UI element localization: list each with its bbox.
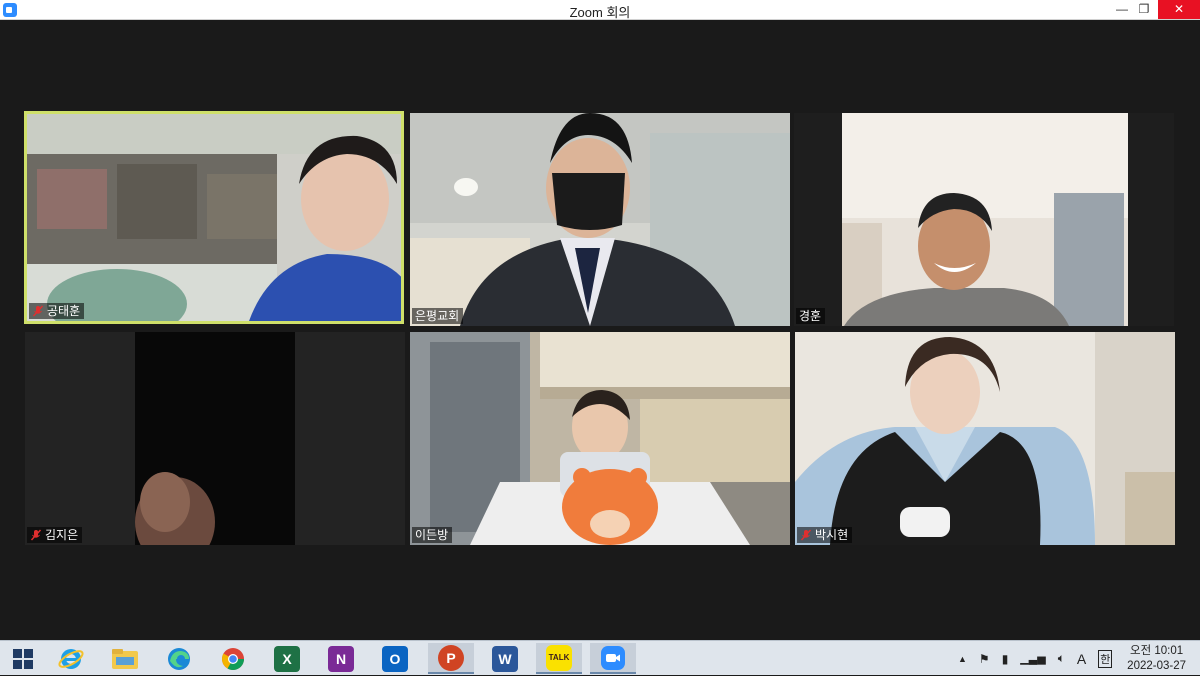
windows-logo-icon xyxy=(13,648,33,669)
participant-video xyxy=(25,332,405,545)
participant-name-tag: 은평교회 xyxy=(412,308,464,324)
taskbar-outlook[interactable]: O xyxy=(372,643,418,674)
taskbar-file-explorer[interactable] xyxy=(102,643,148,674)
taskbar-chrome[interactable] xyxy=(210,643,256,674)
powerpoint-icon: P xyxy=(438,644,464,671)
meeting-gallery: 공태훈 은평교회 경훈 김지은 이든방 박시현 xyxy=(0,20,1200,640)
participant-name-tag: 이든방 xyxy=(412,527,453,543)
close-button[interactable]: ✕ xyxy=(1158,0,1200,19)
clock-time: 오전 10:01 xyxy=(1130,645,1184,657)
participant-name-tag: 경훈 xyxy=(796,308,826,324)
video-tile[interactable]: 김지은 xyxy=(25,332,405,545)
window-title: Zoom 회의 xyxy=(569,5,631,20)
kakaotalk-icon: TALK xyxy=(546,644,572,671)
signal-icon[interactable]: ▁▃▅ xyxy=(1020,652,1045,665)
window-titlebar: Zoom 회의 — ❐ ✕ xyxy=(0,0,1200,20)
show-hidden-icons-icon[interactable]: ▲ xyxy=(958,654,967,664)
clock-date: 2022-03-27 xyxy=(1127,660,1186,672)
word-icon: W xyxy=(492,645,518,672)
speaker-icon[interactable]: 🔈︎ xyxy=(1058,651,1065,666)
onenote-icon: N xyxy=(328,645,354,672)
internet-explorer-icon xyxy=(58,648,84,669)
outlook-icon: O xyxy=(382,645,408,672)
chrome-browser-icon xyxy=(222,647,244,670)
taskbar-internet-explorer[interactable] xyxy=(48,643,94,674)
excel-icon: X xyxy=(274,645,300,672)
start-button[interactable] xyxy=(0,643,46,674)
taskbar-edge[interactable] xyxy=(156,643,202,674)
participant-video xyxy=(410,113,790,326)
taskbar-excel[interactable]: X xyxy=(264,643,310,674)
participant-video xyxy=(27,114,401,321)
participant-video xyxy=(410,332,790,545)
network-icon[interactable]: ▮ xyxy=(1002,652,1009,666)
participant-name: 김지은 xyxy=(45,528,79,542)
participant-name: 공태훈 xyxy=(47,304,81,318)
taskbar-kakaotalk[interactable]: TALK xyxy=(536,643,582,674)
edge-browser-icon xyxy=(168,647,190,670)
folder-icon xyxy=(112,648,138,669)
taskbar-word[interactable]: W xyxy=(482,643,528,674)
action-flag-icon[interactable]: ⚑ xyxy=(979,652,990,666)
participant-name: 경훈 xyxy=(799,309,822,323)
participant-video xyxy=(794,113,1174,326)
participant-name-tag: 공태훈 xyxy=(29,303,85,319)
ime-mode-a[interactable]: A xyxy=(1077,651,1086,667)
taskbar-zoom[interactable] xyxy=(590,643,636,674)
video-tile[interactable]: 이든방 xyxy=(410,332,790,545)
participant-name-tag: 박시현 xyxy=(797,527,853,543)
participant-name: 박시현 xyxy=(815,528,849,542)
ime-mode-korean[interactable]: 한 xyxy=(1098,649,1113,668)
windows-taskbar: X N O P W TALK ▲ ⚑ ▮ ▁▃▅ 🔈︎ A 한 오전 10:01… xyxy=(0,640,1200,675)
muted-microphone-icon xyxy=(800,529,812,541)
video-tile[interactable]: 경훈 xyxy=(794,113,1174,326)
taskbar-clock[interactable]: 오전 10:01 2022-03-27 xyxy=(1127,644,1186,674)
taskbar-onenote[interactable]: N xyxy=(318,643,364,674)
taskbar-powerpoint[interactable]: P xyxy=(428,643,474,674)
system-tray: ▲ ⚑ ▮ ▁▃▅ 🔈︎ A 한 xyxy=(958,641,1113,676)
video-tile[interactable]: 공태훈 xyxy=(24,111,404,324)
zoom-app-icon xyxy=(601,645,625,670)
participant-name: 은평교회 xyxy=(415,309,460,323)
muted-microphone-icon xyxy=(30,529,42,541)
video-tile[interactable]: 은평교회 xyxy=(410,113,790,326)
muted-microphone-icon xyxy=(32,305,44,317)
video-tile[interactable]: 박시현 xyxy=(795,332,1175,545)
participant-name-tag: 김지은 xyxy=(27,527,83,543)
participant-name: 이든방 xyxy=(415,528,449,542)
participant-video xyxy=(795,332,1175,545)
